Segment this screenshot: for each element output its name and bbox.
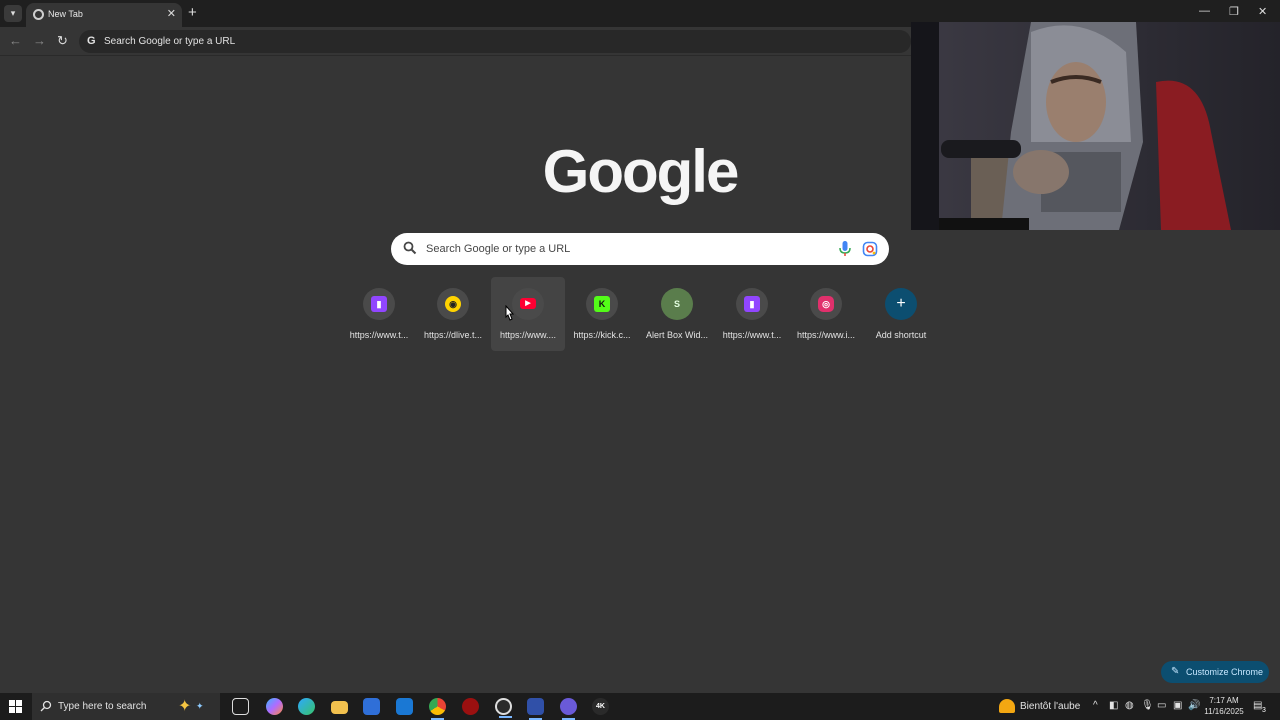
omnibox-text: Search Google or type a URL — [104, 36, 236, 47]
tray-app-icon[interactable]: ◧ — [1109, 700, 1118, 711]
search-icon — [403, 241, 417, 255]
shortcut-icon-bg: ▮ — [363, 288, 395, 320]
taskbar-clock[interactable]: 7:17 AM 11/16/2025 — [1203, 695, 1245, 717]
shortcut-label: https://www.i... — [796, 330, 856, 340]
chrome-icon — [33, 9, 44, 20]
shortcut-icon-bg: K — [586, 288, 618, 320]
shortcut-tile[interactable]: ◉ https://dlive.t... — [416, 277, 490, 351]
tab-title: New Tab — [48, 9, 83, 19]
shortcut-tile[interactable]: S Alert Box Wid... — [640, 277, 714, 351]
microphone-icon[interactable] — [839, 241, 851, 257]
mouse-cursor-icon — [505, 305, 515, 321]
microsoft-store-icon[interactable] — [363, 698, 380, 715]
customize-label: Customize Chrome — [1186, 667, 1264, 677]
shortcut-label: https://www.t... — [349, 330, 409, 340]
chevron-up-icon[interactable]: ^ — [1093, 700, 1098, 711]
taskbar-search-placeholder: Type here to search — [58, 701, 147, 712]
edge-icon[interactable] — [298, 698, 315, 715]
outlook-icon[interactable] — [396, 698, 413, 715]
shortcut-label: https://dlive.t... — [423, 330, 483, 340]
4k-downloader-icon[interactable]: 4K — [592, 698, 609, 715]
app-icon-blue[interactable] — [527, 698, 544, 720]
date-text: 11/16/2025 — [1204, 707, 1244, 716]
plus-icon: + — [896, 295, 906, 312]
app-icon-red[interactable] — [462, 698, 479, 715]
google-g-icon: G — [87, 35, 96, 47]
obs-icon[interactable] — [495, 698, 512, 718]
shortcut-label: Add shortcut — [875, 330, 927, 340]
search-placeholder: Search Google or type a URL — [426, 243, 571, 255]
shortcut-icon-bg: ◉ — [437, 288, 469, 320]
google-lens-icon[interactable] — [862, 241, 878, 257]
tab-new-tab[interactable]: New Tab ✕ — [26, 3, 182, 27]
tab-close-icon[interactable]: ✕ — [167, 7, 176, 20]
copilot-sparkle-icon: ✦ — [178, 698, 192, 715]
shortcut-icon-bg: ◎ — [810, 288, 842, 320]
shortcut-icon-bg: + — [885, 288, 917, 320]
add-shortcut-button[interactable]: + Add shortcut — [864, 277, 938, 351]
google-logo: Google — [542, 138, 740, 205]
network-icon[interactable]: ▣ — [1173, 700, 1182, 711]
instagram-icon: ◎ — [818, 296, 834, 312]
close-window-button[interactable]: ✕ — [1258, 5, 1267, 18]
windows-taskbar: Type here to search ✦ ✦ 4K Bientôt l'aub… — [0, 693, 1280, 720]
new-tab-button[interactable]: + — [188, 4, 197, 21]
restore-button[interactable]: ❐ — [1229, 5, 1239, 18]
sparkle-icon: ✦ — [196, 701, 204, 711]
search-box[interactable]: Search Google or type a URL — [391, 233, 889, 265]
windows-start-icon[interactable] — [9, 700, 22, 713]
search-icon — [40, 700, 52, 712]
notification-count-badge: 3 — [1262, 707, 1266, 714]
display-icon[interactable]: ▭ — [1157, 700, 1166, 711]
discord-icon[interactable] — [560, 698, 577, 720]
time-text: 7:17 AM — [1209, 696, 1239, 705]
shortcut-icon-bg: ▮ — [736, 288, 768, 320]
copilot-icon[interactable] — [266, 698, 283, 715]
youtube-icon: ▶ — [520, 298, 536, 309]
shortcut-label: https://kick.c... — [573, 330, 631, 340]
omnibox[interactable]: G Search Google or type a URL — [79, 30, 911, 53]
shortcut-tile[interactable]: K https://kick.c... — [565, 277, 639, 351]
minimize-button[interactable]: — — [1199, 5, 1210, 17]
tray-security-icon[interactable]: ◍ — [1125, 700, 1134, 711]
reload-button[interactable]: ↻ — [57, 33, 68, 49]
back-button[interactable]: ← — [9, 33, 22, 48]
shortcut-label: Alert Box Wid... — [645, 330, 708, 340]
task-view-icon[interactable] — [232, 698, 249, 715]
shortcut-tile[interactable]: ◎ https://www.i... — [789, 277, 863, 351]
shortcut-icon-bg: S — [661, 288, 693, 320]
shortcut-tile[interactable]: ▮ https://www.t... — [342, 277, 416, 351]
weather-icon[interactable] — [999, 699, 1015, 713]
volume-icon[interactable]: 🔊 — [1188, 700, 1200, 711]
tab-search-button[interactable]: ▾ — [4, 5, 22, 22]
kick-icon: K — [594, 296, 610, 312]
shortcut-icon-bg: ▶ — [512, 288, 544, 320]
streamlabs-icon: S — [673, 299, 680, 309]
dlive-icon: ◉ — [445, 296, 461, 312]
forward-button[interactable]: → — [33, 33, 46, 48]
pencil-icon: ✎ — [1171, 666, 1180, 677]
shortcut-label: https://www.t... — [722, 330, 782, 340]
weather-text[interactable]: Bientôt l'aube — [1020, 701, 1080, 712]
file-explorer-icon[interactable] — [331, 701, 348, 714]
shortcut-label: https://www.... — [499, 330, 557, 340]
chrome-icon[interactable] — [429, 698, 446, 720]
twitch-icon: ▮ — [371, 296, 387, 312]
shortcut-tile[interactable]: ▮ https://www.t... — [715, 277, 789, 351]
twitch-icon: ▮ — [744, 296, 760, 312]
customize-chrome-button[interactable]: ✎ Customize Chrome — [1161, 661, 1269, 683]
taskbar-search[interactable]: Type here to search ✦ ✦ — [32, 693, 220, 720]
microphone-icon[interactable]: 🎙 — [1141, 700, 1154, 711]
